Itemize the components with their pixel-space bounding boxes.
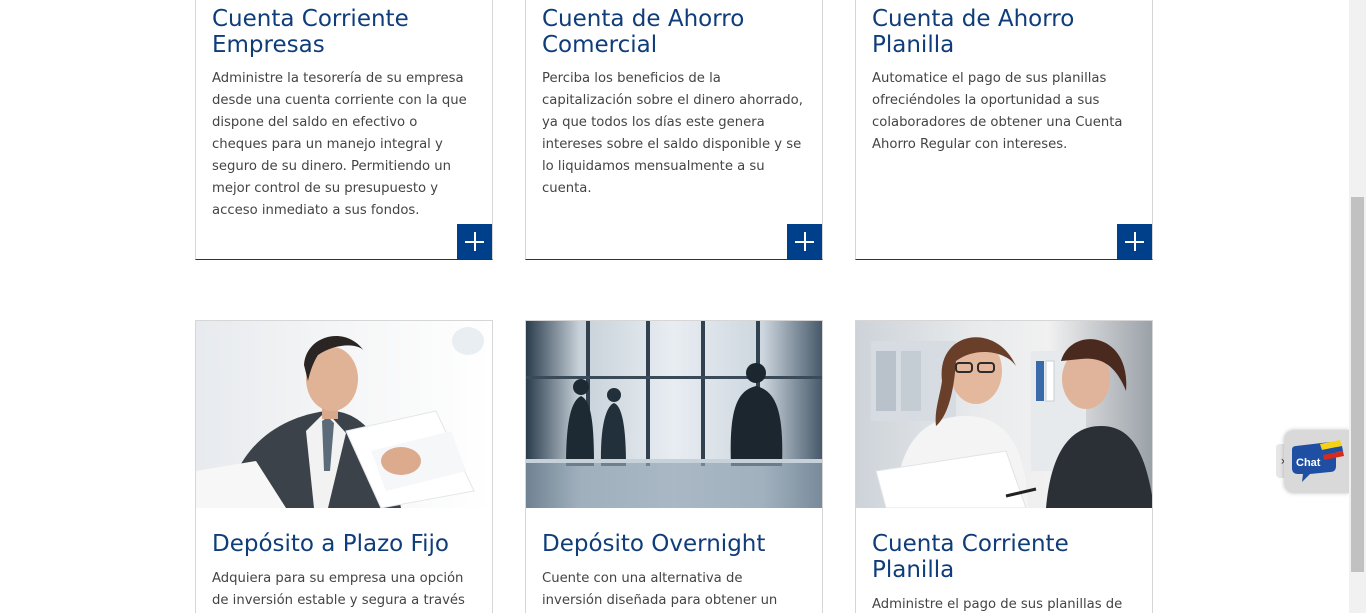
two-women-photo[interactable] <box>856 321 1152 508</box>
chat-label: Chat <box>1296 457 1321 469</box>
vertical-scrollbar[interactable] <box>1349 0 1366 613</box>
chat-bubble-icon: Chat <box>1292 440 1344 482</box>
card-description: Cuente con una alternativa de inversión … <box>542 571 778 608</box>
businessman-illustration <box>196 327 484 508</box>
card-title[interactable]: Depósito a Plazo Fijo <box>196 508 492 557</box>
meeting-silhouettes-illustration <box>526 321 822 508</box>
product-card: Depósito Overnight Cuente con una altern… <box>525 320 823 613</box>
expand-plus-button[interactable] <box>1117 224 1152 259</box>
card-description: Administre el pago de sus planillas de <box>872 597 1123 612</box>
card-description: Automatice el pago de sus planillas ofre… <box>872 71 1123 152</box>
chat-widget[interactable]: › Chat <box>1276 430 1349 493</box>
businessman-photo[interactable] <box>196 321 492 508</box>
card-description: Administre la tesorería de su empresa de… <box>212 71 467 218</box>
product-card: Cuenta de Ahorro Comercial Perciba los b… <box>525 0 823 260</box>
product-card: Cuenta Corriente Empresas Administre la … <box>195 0 493 260</box>
product-card: Cuenta de Ahorro Planilla Automatice el … <box>855 0 1153 260</box>
card-title[interactable]: Cuenta Corriente Planilla <box>856 508 1152 583</box>
card-title[interactable]: Depósito Overnight <box>526 508 822 557</box>
card-description: Adquiera para su empresa una opción de i… <box>212 571 465 608</box>
product-card: Depósito a Plazo Fijo Adquiera para su e… <box>195 320 493 613</box>
card-title[interactable]: Cuenta de Ahorro Comercial <box>526 0 822 58</box>
product-card: Cuenta Corriente Planilla Administre el … <box>855 320 1153 613</box>
page-content: Cuenta Corriente Empresas Administre la … <box>0 0 1349 613</box>
card-description: Perciba los beneficios de la capitalizac… <box>542 71 803 196</box>
chat-button[interactable]: Chat <box>1284 430 1349 493</box>
card-title[interactable]: Cuenta Corriente Empresas <box>196 0 492 58</box>
women-documents-illustration <box>871 337 1152 508</box>
business-meeting-photo[interactable] <box>526 321 822 508</box>
scrollbar-thumb[interactable] <box>1351 197 1364 572</box>
expand-plus-button[interactable] <box>457 224 492 259</box>
expand-plus-button[interactable] <box>787 224 822 259</box>
card-title[interactable]: Cuenta de Ahorro Planilla <box>856 0 1152 58</box>
